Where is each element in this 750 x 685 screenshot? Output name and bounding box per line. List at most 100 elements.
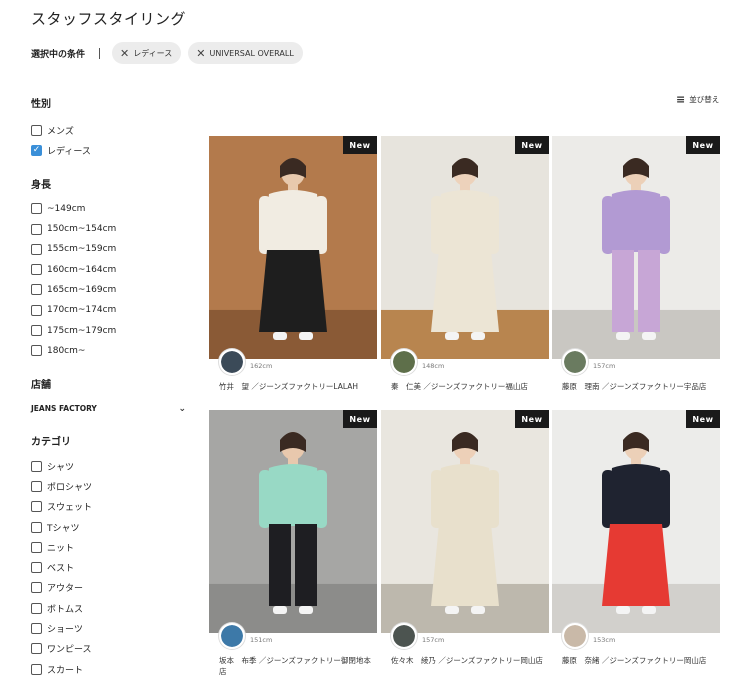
category-option-label: ショーツ: [47, 624, 83, 635]
checkbox[interactable]: [31, 480, 42, 492]
height-option-label: 175cm~179cm: [47, 325, 117, 336]
category-option[interactable]: シャツ: [31, 456, 191, 476]
category-option-label: アウター: [47, 584, 84, 595]
avatar[interactable]: [562, 623, 588, 649]
checkbox[interactable]: [31, 460, 42, 472]
category-option-label: Tシャツ: [47, 523, 80, 534]
checkbox[interactable]: [31, 562, 42, 574]
styling-card[interactable]: New 148cm 秦 仁美 ／ジーンズファクトリー福山店: [381, 136, 549, 398]
staff-name-store[interactable]: 藤原 奈緒 ／ジーンズファクトリー岡山店: [562, 655, 720, 666]
category-option[interactable]: ポロシャツ: [31, 476, 191, 496]
category-option[interactable]: Tシャツ: [31, 517, 191, 537]
styling-card[interactable]: New 153cm 藤原 奈緒 ／ジーンズファクトリー岡山店: [552, 410, 720, 672]
sort-icon: ≡: [676, 93, 686, 106]
outfit-photo: [552, 410, 720, 633]
avatar[interactable]: [562, 349, 588, 375]
category-option[interactable]: アウター: [31, 578, 191, 598]
store-select[interactable]: JEANS FACTORY ⌄: [31, 402, 186, 416]
category-option-label: ポロシャツ: [47, 482, 93, 493]
checkbox[interactable]: [31, 643, 42, 655]
outfit-photo: [381, 136, 549, 359]
filter-title-gender: 性別: [31, 99, 51, 110]
staff-height: 151cm: [250, 636, 273, 644]
category-option[interactable]: ベスト: [31, 557, 191, 577]
checkbox[interactable]: [31, 663, 42, 675]
selected-conditions: 選択中の条件 ✕ レディース ✕ UNIVERSAL OVERALL: [31, 42, 310, 64]
styling-card[interactable]: New 151cm 坂本 布季 ／ジーンズファクトリー御閉地本店: [209, 410, 377, 676]
gender-option-label: メンズ: [47, 126, 74, 137]
filter-title-height: 身長: [31, 179, 51, 191]
outfit-image[interactable]: [552, 410, 720, 633]
category-option[interactable]: スカート: [31, 659, 191, 679]
height-option[interactable]: 165cm~169cm: [31, 280, 191, 300]
filter-title-store: 店舗: [31, 379, 51, 391]
close-icon[interactable]: ✕: [196, 48, 205, 59]
outfit-image[interactable]: [552, 136, 720, 359]
checkbox[interactable]: [31, 501, 42, 513]
staff-name-store[interactable]: 秦 仁美 ／ジーンズファクトリー福山店: [391, 381, 549, 392]
gender-option[interactable]: メンズ: [31, 120, 191, 140]
styling-card[interactable]: New 162cm 竹井 望 ／ジーンズファクトリーLALAH: [209, 136, 377, 398]
checkbox[interactable]: [31, 325, 42, 337]
height-option[interactable]: 180cm~: [31, 341, 191, 361]
checkbox[interactable]: [31, 203, 42, 215]
divider: [99, 47, 101, 59]
checkbox[interactable]: [31, 521, 42, 533]
checkbox[interactable]: [31, 284, 42, 296]
checkbox[interactable]: [31, 243, 42, 255]
height-option-label: 165cm~169cm: [47, 284, 117, 295]
height-option[interactable]: 160cm~164cm: [31, 259, 191, 279]
checkbox[interactable]: [31, 223, 42, 235]
height-option[interactable]: 170cm~174cm: [31, 300, 191, 320]
outfit-image[interactable]: [209, 410, 377, 633]
category-option-label: ボトムス: [47, 604, 84, 615]
checkbox[interactable]: [31, 124, 42, 136]
staff-height: 153cm: [593, 636, 616, 644]
checkbox[interactable]: [31, 304, 42, 316]
styling-card[interactable]: New 157cm 藤原 理南 ／ジーンズファクトリー宇品店: [552, 136, 720, 398]
category-option[interactable]: ワンピース: [31, 639, 191, 659]
filter-sidebar: 性別 メンズ ✓ レディース 身長 ~149cm 150cm~154cm 155cm~1…: [31, 95, 191, 679]
height-option-label: 180cm~: [47, 345, 86, 356]
gender-option[interactable]: ✓ レディース: [31, 140, 191, 160]
avatar[interactable]: [219, 623, 245, 649]
filter-title-category: カテゴリ: [31, 436, 71, 448]
height-option-label: 150cm~154cm: [47, 224, 117, 235]
condition-chip-ladies[interactable]: ✕ レディース: [112, 42, 182, 64]
height-option-label: 160cm~164cm: [47, 264, 117, 275]
category-option[interactable]: ボトムス: [31, 598, 191, 618]
height-option[interactable]: 155cm~159cm: [31, 239, 191, 259]
gender-option-label: レディース: [47, 146, 91, 157]
category-option-label: ワンピース: [47, 645, 92, 656]
height-option-label: 155cm~159cm: [47, 244, 117, 255]
checkbox[interactable]: [31, 622, 42, 634]
category-option[interactable]: スウェット: [31, 497, 191, 517]
staff-name-store[interactable]: 佐々木 綾乃 ／ジーンズファクトリー岡山店: [391, 655, 549, 666]
sort-button[interactable]: ≡ 並び替え: [676, 93, 719, 106]
avatar[interactable]: [219, 349, 245, 375]
category-option-label: スカート: [47, 665, 84, 676]
outfit-image[interactable]: [209, 136, 377, 359]
page-title: スタッフスタイリング: [31, 10, 187, 28]
checkbox[interactable]: [31, 541, 42, 553]
staff-name-store[interactable]: 竹井 望 ／ジーンズファクトリーLALAH: [219, 381, 377, 392]
height-option[interactable]: 175cm~179cm: [31, 320, 191, 340]
category-option[interactable]: ショーツ: [31, 618, 191, 638]
condition-chip-universal-overall[interactable]: ✕ UNIVERSAL OVERALL: [188, 42, 303, 64]
styling-card[interactable]: New 157cm 佐々木 綾乃 ／ジーンズファクトリー岡山店: [381, 410, 549, 672]
checkbox[interactable]: ✓: [31, 144, 42, 156]
outfit-image[interactable]: [381, 410, 549, 633]
checkbox[interactable]: [31, 602, 42, 614]
outfit-image[interactable]: [381, 136, 549, 359]
checkbox[interactable]: [31, 264, 42, 276]
height-option[interactable]: 150cm~154cm: [31, 219, 191, 239]
avatar[interactable]: [391, 349, 417, 375]
close-icon[interactable]: ✕: [120, 48, 129, 59]
staff-name-store[interactable]: 坂本 布季 ／ジーンズファクトリー御閉地本店: [219, 655, 377, 677]
checkbox[interactable]: [31, 582, 42, 594]
category-option[interactable]: ニット: [31, 537, 191, 557]
avatar[interactable]: [391, 623, 417, 649]
staff-name-store[interactable]: 藤原 理南 ／ジーンズファクトリー宇品店: [562, 381, 720, 392]
height-option[interactable]: ~149cm: [31, 199, 191, 219]
checkbox[interactable]: [31, 345, 42, 357]
